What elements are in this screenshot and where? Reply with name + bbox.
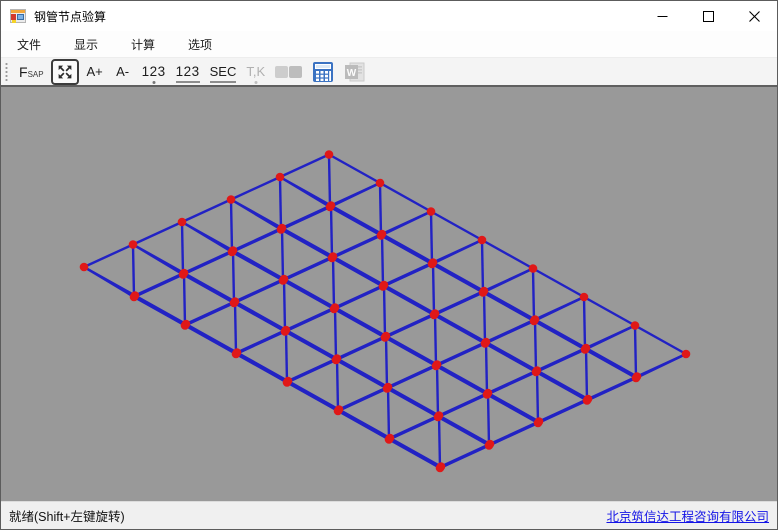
calculator-icon xyxy=(312,61,334,83)
svg-text:W: W xyxy=(347,68,357,79)
truss-members xyxy=(84,155,686,469)
close-button[interactable] xyxy=(731,1,777,31)
menu-options[interactable]: 选项 xyxy=(178,31,222,58)
legend-icon xyxy=(275,66,302,78)
font-increase-button[interactable]: A+ xyxy=(83,59,107,85)
font-decrease-button[interactable]: A- xyxy=(111,59,135,85)
tool-bar: FSAP A+ A- 123 123 SEC T,K xyxy=(1,57,777,87)
app-icon xyxy=(10,9,26,23)
minimize-icon xyxy=(657,11,668,22)
zoom-extents-icon xyxy=(56,63,74,81)
company-link[interactable]: 北京筑信达工程咨询有限公司 xyxy=(606,510,769,524)
menu-display[interactable]: 显示 xyxy=(64,31,108,58)
status-text: 就绪(Shift+左键旋转) xyxy=(9,506,125,525)
truss-drawing xyxy=(1,87,777,501)
tk-values-button[interactable]: T,K xyxy=(243,59,268,85)
window-controls xyxy=(639,1,777,31)
app-window: 钢管节点验算 文件 显示 计算 选项 FSAP xyxy=(0,0,778,530)
menu-file[interactable]: 文件 xyxy=(7,31,51,58)
section-labels-button[interactable]: SEC xyxy=(207,59,240,85)
title-bar: 钢管节点验算 xyxy=(1,1,777,31)
fsap-label: F xyxy=(19,64,28,80)
word-report-button[interactable]: W xyxy=(341,59,369,85)
maximize-icon xyxy=(703,11,714,22)
zoom-extents-button[interactable] xyxy=(51,59,79,85)
model-viewport[interactable] xyxy=(1,87,777,501)
legend-button[interactable] xyxy=(272,59,305,85)
sap-model-button[interactable]: FSAP xyxy=(16,59,47,85)
window-title: 钢管节点验算 xyxy=(34,8,106,25)
word-icon: W xyxy=(344,61,366,83)
menu-calculate[interactable]: 计算 xyxy=(121,31,165,58)
menu-bar: 文件 显示 计算 选项 xyxy=(1,31,777,57)
close-icon xyxy=(749,11,760,22)
minimize-button[interactable] xyxy=(639,1,685,31)
node-numbers-button[interactable]: 123 xyxy=(139,59,169,85)
maximize-button[interactable] xyxy=(685,1,731,31)
fsap-sub-label: SAP xyxy=(28,70,44,79)
status-bar: 就绪(Shift+左键旋转) 北京筑信达工程咨询有限公司 xyxy=(1,501,777,529)
calculate-button[interactable] xyxy=(309,59,337,85)
status-right: 北京筑信达工程咨询有限公司 xyxy=(606,506,769,525)
toolbar-grip[interactable] xyxy=(4,61,9,83)
element-numbers-button[interactable]: 123 xyxy=(173,59,203,85)
